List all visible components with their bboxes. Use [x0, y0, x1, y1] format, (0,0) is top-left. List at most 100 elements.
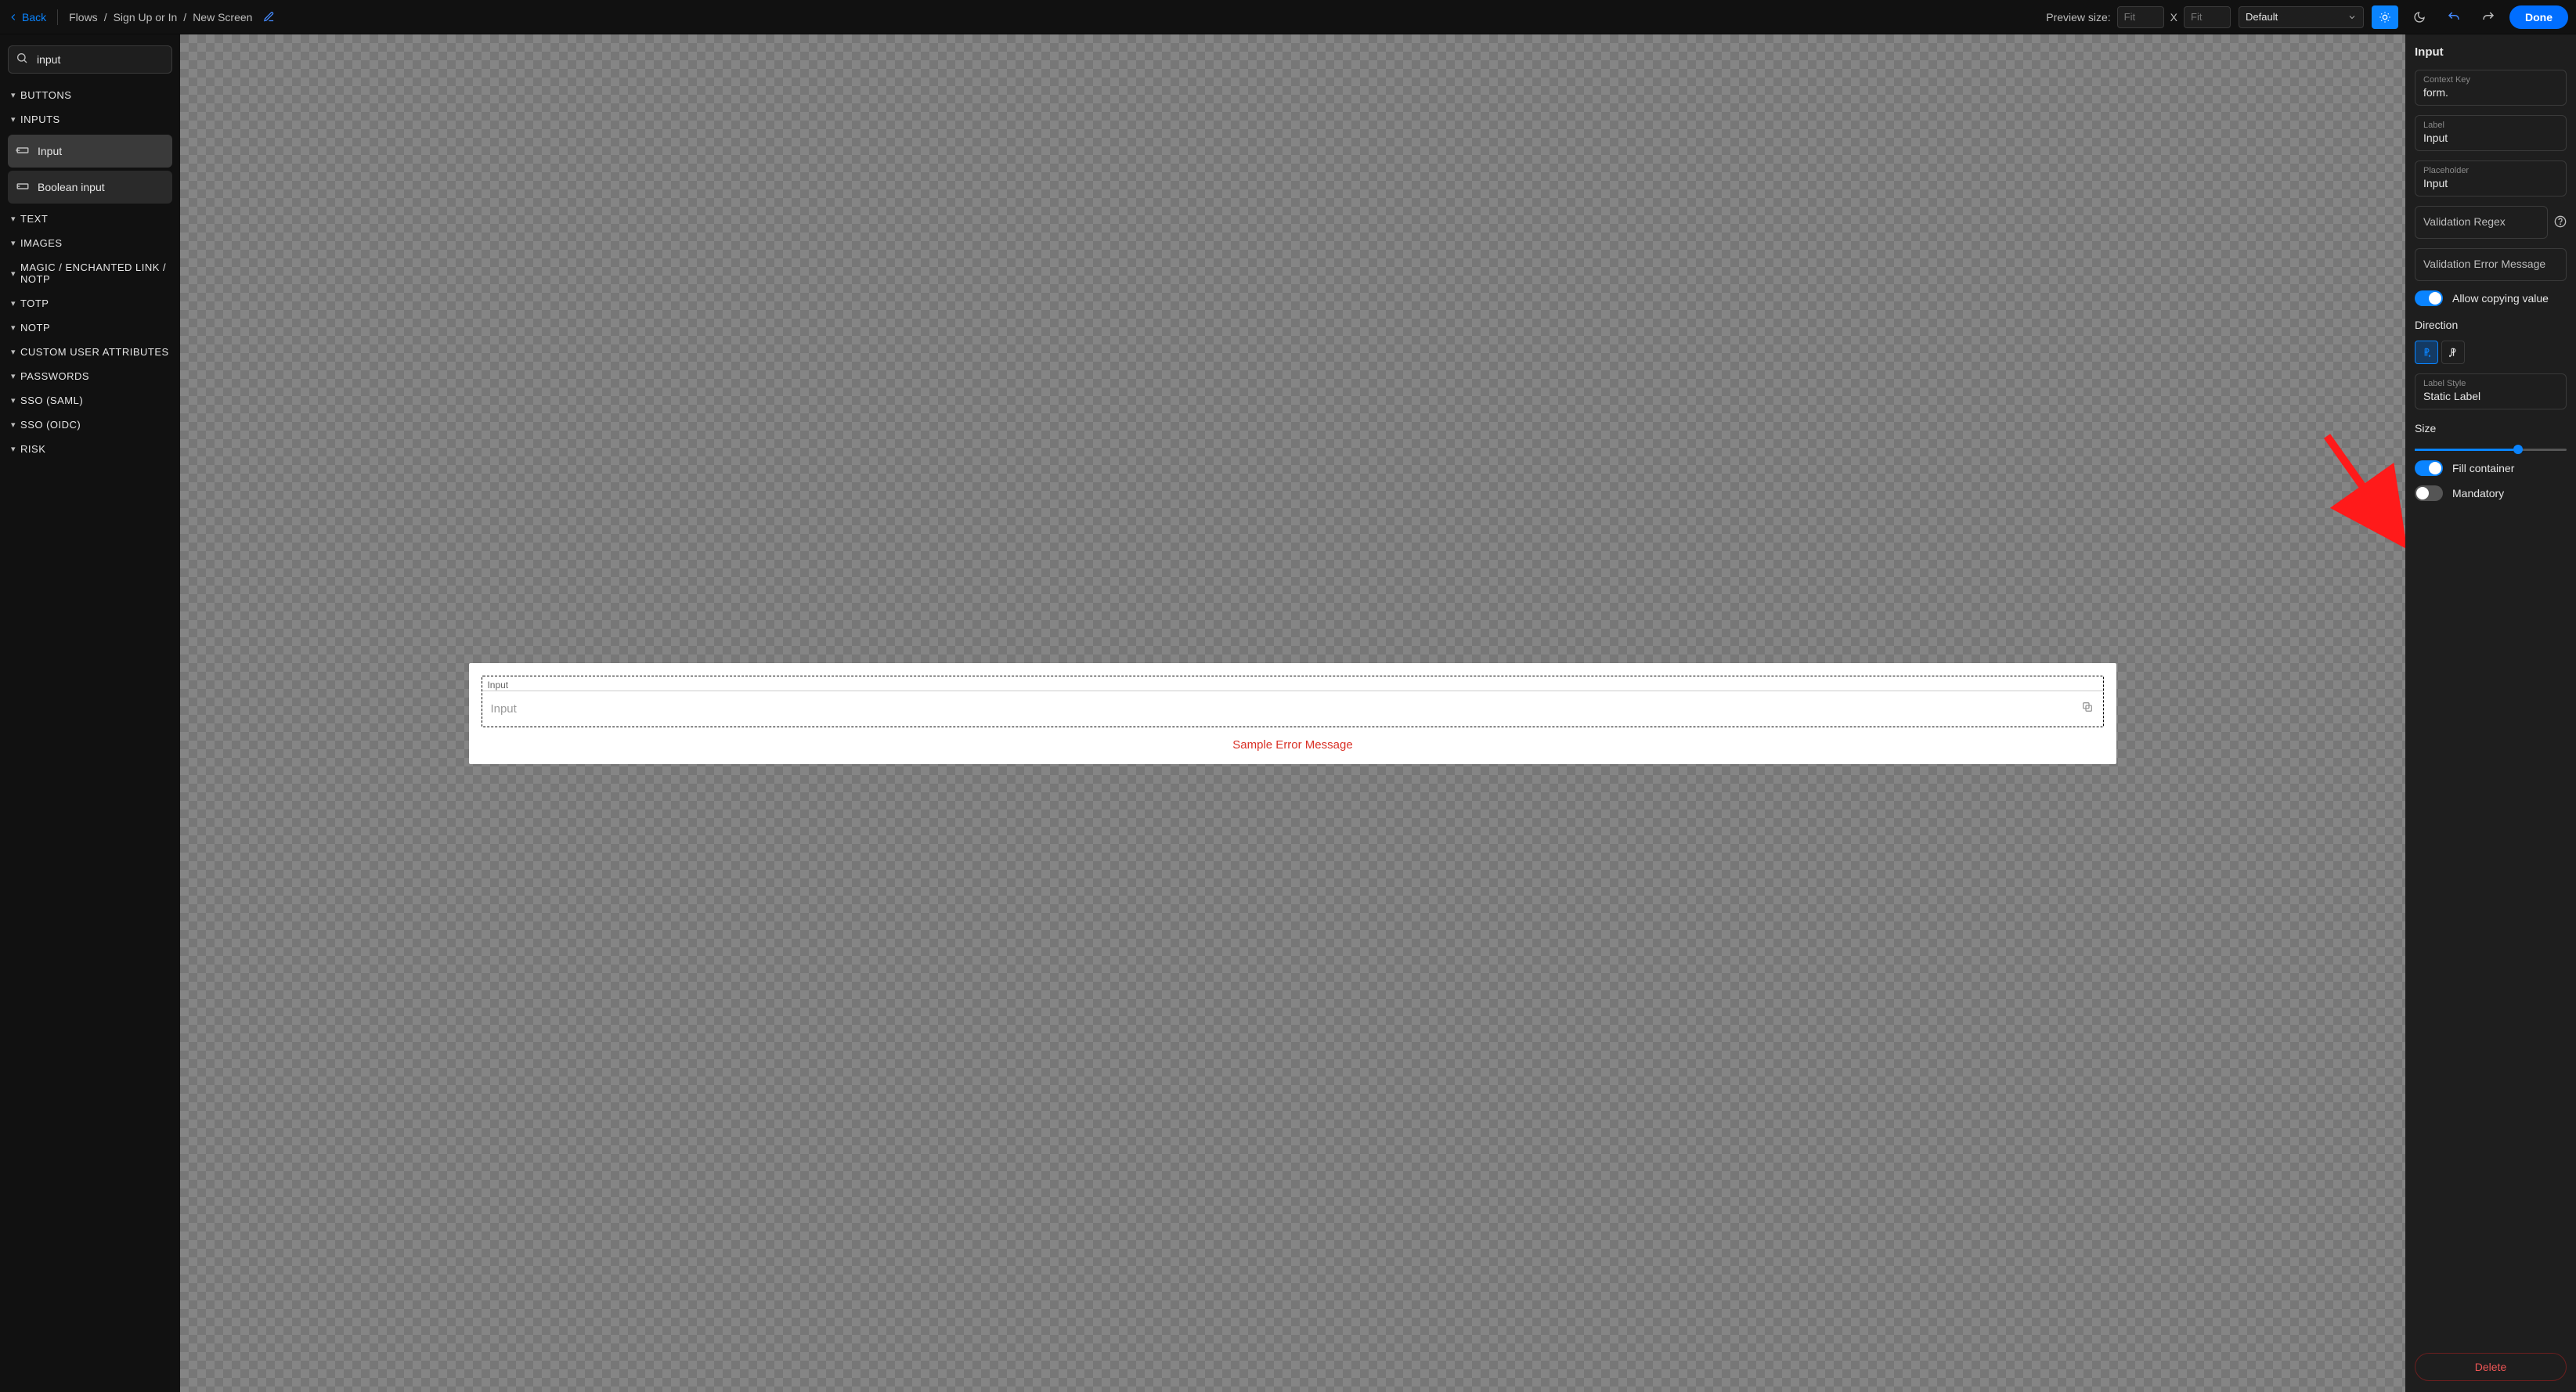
done-button[interactable]: Done: [2509, 5, 2568, 29]
category-passwords[interactable]: ▾PASSWORDS: [8, 364, 172, 388]
crumb-sep: /: [183, 11, 186, 23]
edit-icon[interactable]: [258, 5, 279, 29]
sun-icon: [2379, 11, 2391, 23]
annotation-arrow: [2319, 428, 2405, 554]
category-images[interactable]: ▾IMAGES: [8, 231, 172, 255]
back-label: Back: [22, 11, 46, 23]
preview-sep: X: [2170, 11, 2177, 23]
category-custom-attrs[interactable]: ▾CUSTOM USER ATTRIBUTES: [8, 340, 172, 364]
direction-ltr[interactable]: [2415, 341, 2438, 364]
validation-error-placeholder: Validation Error Message: [2423, 258, 2545, 270]
canvas-input-label: Input: [482, 676, 2102, 691]
validation-error-field[interactable]: Validation Error Message: [2415, 248, 2567, 281]
redo-button[interactable]: [2475, 5, 2502, 29]
category-label: MAGIC / ENCHANTED LINK / NOTP: [20, 261, 169, 285]
delete-button[interactable]: Delete: [2415, 1353, 2567, 1381]
category-label: TEXT: [20, 213, 48, 225]
crumb-screen-name[interactable]: New Screen: [193, 11, 252, 23]
canvas-screen-card[interactable]: Input Input Sample Error Message: [469, 663, 2116, 764]
search-input[interactable]: [8, 45, 172, 74]
back-button[interactable]: Back: [8, 11, 46, 23]
placeholder-field[interactable]: Placeholder Input: [2415, 160, 2567, 197]
category-label: SSO (SAML): [20, 395, 83, 406]
help-icon[interactable]: [2554, 215, 2567, 230]
allow-copy-toggle[interactable]: [2415, 290, 2443, 306]
category-buttons[interactable]: ▾BUTTONS: [8, 83, 172, 107]
size-slider[interactable]: [2415, 449, 2567, 451]
preview-size-label: Preview size:: [2046, 11, 2110, 23]
category-label: IMAGES: [20, 237, 63, 249]
placeholder-field-value: Input: [2423, 177, 2558, 189]
category-label: INPUTS: [20, 114, 60, 125]
main: ▾BUTTONS ▾INPUTS Input Boolean input ▾TE…: [0, 34, 2576, 1392]
label-field-value: Input: [2423, 132, 2558, 144]
label-field[interactable]: Label Input: [2415, 115, 2567, 151]
context-key-label: Context Key: [2423, 75, 2558, 85]
label-style-field[interactable]: Label Style Static Label: [2415, 373, 2567, 409]
theme-select-value: Default: [2246, 11, 2278, 23]
undo-icon: [2447, 10, 2461, 24]
theme-select[interactable]: Default: [2239, 6, 2364, 28]
category-label: SSO (OIDC): [20, 419, 81, 431]
mandatory-label: Mandatory: [2452, 487, 2504, 499]
context-key-field[interactable]: Context Key form.: [2415, 70, 2567, 106]
category-text[interactable]: ▾TEXT: [8, 207, 172, 231]
arrow-left-icon: [8, 12, 19, 23]
rtl-icon: [2448, 347, 2459, 358]
placeholder-field-label: Placeholder: [2423, 166, 2558, 175]
canvas-input-widget[interactable]: Input Input: [482, 676, 2103, 727]
validation-regex-field[interactable]: Validation Regex: [2415, 206, 2548, 239]
crumb-flow-name[interactable]: Sign Up or In: [114, 11, 178, 23]
input-box-icon: [16, 143, 30, 160]
copy-icon[interactable]: [2081, 701, 2094, 716]
category-label: BUTTONS: [20, 89, 71, 101]
inspector-title: Input: [2415, 45, 2567, 59]
label-style-label: Label Style: [2423, 379, 2558, 388]
preview-width-input[interactable]: [2117, 6, 2164, 28]
mandatory-toggle[interactable]: [2415, 485, 2443, 501]
allow-copy-label: Allow copying value: [2452, 292, 2549, 305]
category-totp[interactable]: ▾TOTP: [8, 291, 172, 316]
category-label: NOTP: [20, 322, 50, 334]
fill-container-label: Fill container: [2452, 462, 2514, 474]
chevron-down-icon: [2347, 13, 2357, 22]
category-risk[interactable]: ▾RISK: [8, 437, 172, 461]
direction-button-group: [2415, 341, 2567, 364]
divider: [57, 9, 58, 25]
light-mode-button[interactable]: [2372, 5, 2398, 29]
palette-item-label: Input: [38, 145, 62, 157]
category-label: RISK: [20, 443, 45, 455]
crumb-flows[interactable]: Flows: [69, 11, 98, 23]
label-style-value: Static Label: [2423, 390, 2558, 402]
category-notp[interactable]: ▾NOTP: [8, 316, 172, 340]
category-sso-saml[interactable]: ▾SSO (SAML): [8, 388, 172, 413]
fill-container-toggle[interactable]: [2415, 460, 2443, 476]
label-field-label: Label: [2423, 121, 2558, 130]
mandatory-toggle-row: Mandatory: [2415, 485, 2567, 501]
inspector: Input Context Key form. Label Input Plac…: [2405, 34, 2576, 1392]
direction-header: Direction: [2415, 319, 2567, 331]
allow-copy-toggle-row: Allow copying value: [2415, 290, 2567, 306]
topbar: Back Flows / Sign Up or In / New Screen …: [0, 0, 2576, 34]
category-inputs[interactable]: ▾INPUTS: [8, 107, 172, 132]
category-sso-oidc[interactable]: ▾SSO (OIDC): [8, 413, 172, 437]
canvas-input-placeholder: Input: [490, 702, 516, 716]
component-palette: ▾BUTTONS ▾INPUTS Input Boolean input ▾TE…: [0, 34, 180, 1392]
ltr-icon: [2421, 347, 2432, 358]
size-header: Size: [2415, 422, 2567, 435]
category-label: CUSTOM USER ATTRIBUTES: [20, 346, 169, 358]
canvas-error-message: Sample Error Message: [482, 738, 2103, 752]
preview-size-controls: Preview size: X: [2046, 6, 2231, 28]
palette-item-input[interactable]: Input: [8, 135, 172, 168]
category-magic-link[interactable]: ▾MAGIC / ENCHANTED LINK / NOTP: [8, 255, 172, 291]
direction-rtl[interactable]: [2441, 341, 2465, 364]
fill-container-toggle-row: Fill container: [2415, 460, 2567, 476]
undo-button[interactable]: [2441, 5, 2467, 29]
preview-height-input[interactable]: [2184, 6, 2231, 28]
category-label: PASSWORDS: [20, 370, 89, 382]
moon-icon: [2413, 11, 2426, 23]
input-box-icon: [16, 179, 30, 196]
dark-mode-button[interactable]: [2406, 5, 2433, 29]
canvas[interactable]: Input Input Sample Error Message: [180, 34, 2405, 1392]
palette-item-boolean-input[interactable]: Boolean input: [8, 171, 172, 204]
